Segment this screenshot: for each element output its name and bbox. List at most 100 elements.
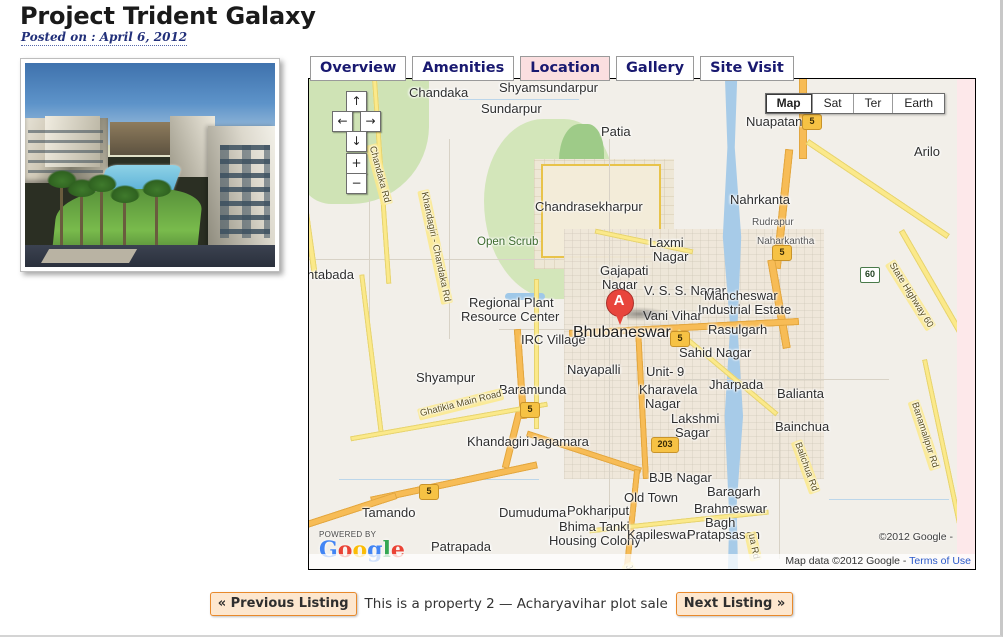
tab-gallery[interactable]: Gallery <box>616 56 695 81</box>
map-place-label: Kapileswar <box>627 527 691 542</box>
map-place-label: Chandrasekharpur <box>535 199 643 214</box>
map-place-label: Shyamsundarpur <box>499 80 598 95</box>
page-root: Project Trident Galaxy Posted on : April… <box>0 0 1003 637</box>
map-right-edge-strip <box>957 79 975 569</box>
map-place-label: Industrial Estate <box>698 302 792 317</box>
photo-windows-right <box>220 144 270 239</box>
map-type-ter[interactable]: Ter <box>854 94 894 113</box>
zoom-in-button[interactable]: + <box>346 153 367 174</box>
map-minor-road <box>449 139 450 339</box>
pan-up-button[interactable]: ↑ <box>346 91 367 112</box>
photo-palm-tree <box>67 178 97 251</box>
photo-palm-tree <box>142 178 172 251</box>
map-place-label: Regional Plant <box>469 295 554 310</box>
zoom-out-button[interactable]: − <box>346 173 367 194</box>
map-road-label: State Highway 60 <box>884 259 937 332</box>
route-shield-60: 60 <box>860 267 880 283</box>
listing-caption: This is a property 2 — Acharyavihar plot… <box>364 596 668 612</box>
map-place-label: Nuapatana <box>746 114 810 129</box>
map-place-label: Rasulgarh <box>708 322 768 337</box>
map-type-map[interactable]: Map <box>766 94 813 113</box>
map-place-label: Bhima Tanki <box>559 519 630 534</box>
map-place-label: Khandagiri <box>467 434 530 449</box>
tab-amenities[interactable]: Amenities <box>412 56 515 81</box>
photo-building-center <box>110 122 175 155</box>
map-type-switcher: Map Sat Ter Earth <box>764 93 945 114</box>
map-place-label: Baramunda <box>499 382 567 397</box>
tab-location[interactable]: Location <box>520 56 611 81</box>
map-place-label: Resource Center <box>461 309 560 324</box>
map-place-label: Bainchua <box>775 419 830 434</box>
pan-down-button[interactable]: ↓ <box>346 131 367 152</box>
route-shield-5: 5 <box>670 331 690 347</box>
map-place-label: Nagar <box>645 396 681 411</box>
map-pan-controls: ↑ ← → ↓ + − <box>331 91 381 194</box>
map-place-label: Jagamara <box>531 434 589 449</box>
map-place-label: Mancheswar <box>704 288 778 303</box>
map-place-label: Nagar <box>653 249 689 264</box>
map-place-label: Unit- 9 <box>646 364 685 379</box>
map-place-label: Patrapada <box>431 539 491 554</box>
map-place-label: Gajapati <box>600 263 649 278</box>
map-place-label: Tamando <box>362 505 416 520</box>
map-place-label: Sagar <box>675 425 710 440</box>
map-place-label: Laxmi <box>649 235 684 250</box>
map-stream <box>339 479 539 480</box>
map-place-label: Nahrkanta <box>730 192 790 207</box>
tab-site-visit[interactable]: Site Visit <box>700 56 794 81</box>
map-stream <box>459 99 579 100</box>
listing-navigation: « Previous Listing This is a property 2 … <box>0 592 1003 616</box>
map-place-label: Shyampur <box>416 370 476 385</box>
map-attribution-bar: Map data ©2012 Google - Terms of Use <box>309 554 975 569</box>
map-place-label: Sundarpur <box>481 101 542 116</box>
map-place-label: Bhubaneswar <box>573 324 671 341</box>
map-place-label: Patia <box>601 124 631 139</box>
route-shield-5: 5 <box>802 114 822 130</box>
map-place-label: BJB Nagar <box>649 470 712 485</box>
location-map[interactable]: 5 5 60 5 5 203 5 Chandaka Shyamsundarpur S… <box>308 78 976 570</box>
location-marker[interactable]: A <box>606 289 634 327</box>
marker-letter: A <box>613 292 625 309</box>
map-road-label: Khandagiri - Chandaka Rd <box>417 189 454 305</box>
map-place-label: Brahmeswar <box>694 501 767 516</box>
photo-palm-tree <box>87 174 117 251</box>
map-place-label: Kharavela <box>639 382 698 397</box>
page-title: Project Trident Galaxy <box>20 2 316 30</box>
pan-left-button[interactable]: ← <box>332 111 353 132</box>
property-photo[interactable] <box>20 58 280 272</box>
route-shield-203: 203 <box>651 437 679 453</box>
route-shield-5: 5 <box>419 484 439 500</box>
map-place-label: Nayapalli <box>567 362 621 377</box>
map-place-label: Jharpada <box>709 377 764 392</box>
terms-of-use-link[interactable]: Terms of Use <box>909 555 971 567</box>
map-road <box>359 274 384 434</box>
map-place-label: Pokhariput <box>567 503 630 518</box>
previous-listing-button[interactable]: « Previous Listing <box>209 592 357 616</box>
map-place-label: Old Town <box>624 490 678 505</box>
map-place-label: Dumuduma <box>499 505 567 520</box>
map-place-label: ntabada <box>309 267 354 282</box>
map-place-label: Rudrapur <box>752 217 794 228</box>
map-place-label: Open Scrub <box>477 236 539 248</box>
marker-shadow <box>627 307 667 321</box>
map-place-label: Arilo <box>914 144 941 159</box>
pan-right-button[interactable]: → <box>360 111 381 132</box>
map-copyright-top: ©2012 Google - <box>878 531 953 543</box>
map-place-label: Sahid Nagar <box>679 345 752 360</box>
map-canvas[interactable]: 5 5 60 5 5 203 5 Chandaka Shyamsundarpur S… <box>309 79 959 569</box>
detail-tabs: Overview Amenities Location Gallery Site… <box>310 56 794 81</box>
photo-walkway <box>40 248 137 263</box>
map-place-label: Balianta <box>777 386 824 401</box>
map-type-earth[interactable]: Earth <box>893 94 944 113</box>
map-data-credit: Map data ©2012 Google - <box>785 555 910 567</box>
posted-date: Posted on : April 6, 2012 <box>21 30 188 46</box>
route-shield-5: 5 <box>772 245 792 261</box>
map-place-label: Chandaka <box>409 85 469 100</box>
next-listing-button[interactable]: Next Listing » <box>675 592 794 616</box>
photo-palm-tree <box>109 184 140 251</box>
route-shield-5: 5 <box>520 402 540 418</box>
map-stream <box>829 499 949 500</box>
tab-overview[interactable]: Overview <box>310 56 407 81</box>
property-photo-image <box>25 63 275 267</box>
map-type-sat[interactable]: Sat <box>813 94 854 113</box>
